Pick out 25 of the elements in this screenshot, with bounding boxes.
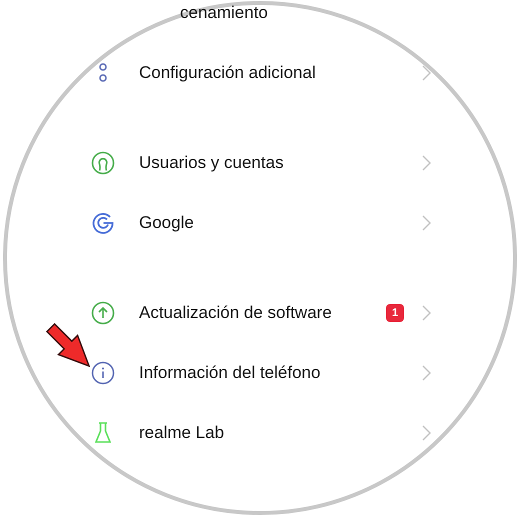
chevron-icon — [422, 425, 431, 441]
chevron-icon — [422, 215, 431, 231]
chevron-icon — [422, 305, 431, 321]
chevron-icon — [422, 65, 431, 81]
item-label: Configuración adicional — [139, 62, 316, 84]
settings-item[interactable]: realme Lab — [91, 403, 441, 463]
settings-item[interactable]: Google — [91, 193, 441, 253]
chevron-icon — [422, 155, 431, 171]
item-label: realme Lab — [139, 422, 224, 444]
item-label: Actualización de software — [139, 302, 332, 324]
chevron-icon — [422, 365, 431, 381]
item-label: Información del teléfono — [139, 362, 320, 384]
settings-item[interactable]: Usuarios y cuentas — [91, 133, 441, 193]
user-icon — [91, 151, 115, 175]
dots-icon — [99, 62, 107, 84]
settings-item[interactable]: Información del teléfono — [91, 343, 441, 403]
info-icon — [91, 361, 115, 385]
settings-item[interactable]: Configuración adicional — [91, 43, 441, 103]
item-label: Google — [139, 212, 194, 234]
flask-icon — [93, 421, 113, 445]
settings-item[interactable]: Actualización de software 1 — [91, 283, 441, 343]
g-icon — [91, 211, 115, 235]
item-label: Usuarios y cuentas — [139, 152, 284, 174]
notification-badge: 1 — [386, 304, 404, 322]
item-label: cenamiento — [180, 4, 268, 21]
